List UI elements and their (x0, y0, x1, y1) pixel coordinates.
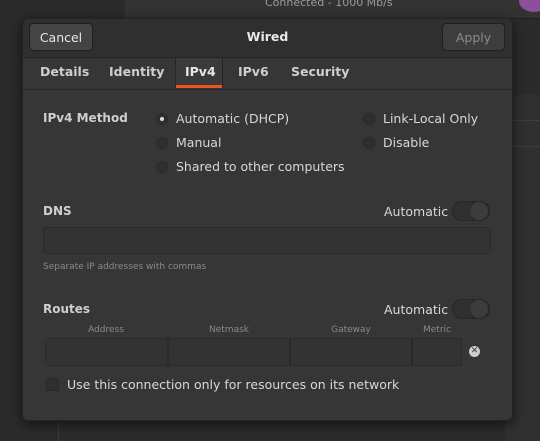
radio-manual[interactable]: Manual (156, 135, 221, 150)
background-status-bar: Connected - 1000 Mb/s (125, 0, 540, 19)
radio-indicator (363, 136, 375, 149)
apply-button[interactable]: Apply (442, 23, 505, 51)
background-list-row (510, 120, 540, 147)
radio-link-local-label: Link-Local Only (383, 111, 479, 126)
routes-col-address: Address (88, 325, 124, 335)
tab-ipv6[interactable]: IPv6 (238, 64, 269, 79)
only-local-resources-checkbox[interactable]: Use this connection only for resources o… (46, 377, 399, 392)
radio-indicator (156, 136, 168, 149)
radio-shared-label: Shared to other computers (176, 159, 345, 174)
ipv4-method-label: IPv4 Method (43, 111, 128, 125)
route-address-input[interactable] (45, 338, 168, 366)
toggle-knob (469, 201, 489, 221)
radio-indicator (363, 112, 375, 125)
routes-label: Routes (43, 302, 91, 316)
routes-col-gateway: Gateway (331, 325, 371, 335)
dns-hint: Separate IP addresses with commas (43, 262, 207, 272)
radio-indicator (156, 112, 168, 125)
tab-details[interactable]: Details (40, 64, 89, 79)
ipv4-page: IPv4 Method Automatic (DHCP) Manual Shar… (23, 90, 512, 420)
routes-col-metric: Metric (423, 325, 451, 335)
dns-label: DNS (43, 204, 72, 218)
route-gateway-input[interactable] (290, 338, 412, 366)
radio-automatic-dhcp-label: Automatic (DHCP) (176, 111, 290, 126)
radio-manual-label: Manual (176, 135, 222, 150)
dialog-header: Cancel Wired Apply (23, 19, 512, 58)
wired-settings-dialog: Cancel Wired Apply Details Identity IPv4… (22, 18, 513, 421)
dialog-title: Wired (246, 29, 289, 44)
tab-identity[interactable]: Identity (109, 64, 164, 79)
dns-input[interactable] (43, 227, 491, 254)
tab-bar: Details Identity IPv4 IPv6 Security (23, 58, 512, 90)
radio-disable[interactable]: Disable (363, 135, 429, 150)
dns-automatic-toggle[interactable] (452, 201, 490, 221)
radio-automatic-dhcp[interactable]: Automatic (DHCP) (156, 111, 289, 126)
radio-shared[interactable]: Shared to other computers (156, 159, 345, 174)
routes-col-netmask: Netmask (209, 325, 249, 335)
only-local-resources-label: Use this connection only for resources o… (67, 377, 400, 392)
routes-automatic-label: Automatic (384, 302, 449, 317)
tab-ipv4[interactable]: IPv4 (175, 58, 223, 88)
active-tab-indicator (176, 85, 222, 88)
radio-disable-label: Disable (383, 135, 430, 150)
background-divider (58, 418, 59, 441)
routes-automatic-toggle[interactable] (452, 299, 490, 319)
checkbox-indicator (46, 378, 59, 391)
toggle-knob (469, 299, 489, 319)
dns-automatic-label: Automatic (384, 204, 449, 219)
background-status-text: Connected - 1000 Mb/s (265, 0, 393, 9)
radio-link-local[interactable]: Link-Local Only (363, 111, 478, 126)
tab-security[interactable]: Security (291, 64, 349, 79)
tab-ipv4-label: IPv4 (185, 64, 216, 79)
radio-indicator (156, 160, 168, 173)
delete-route-icon[interactable]: ✕ (469, 346, 480, 357)
route-netmask-input[interactable] (168, 338, 290, 366)
route-metric-input[interactable] (412, 338, 462, 366)
